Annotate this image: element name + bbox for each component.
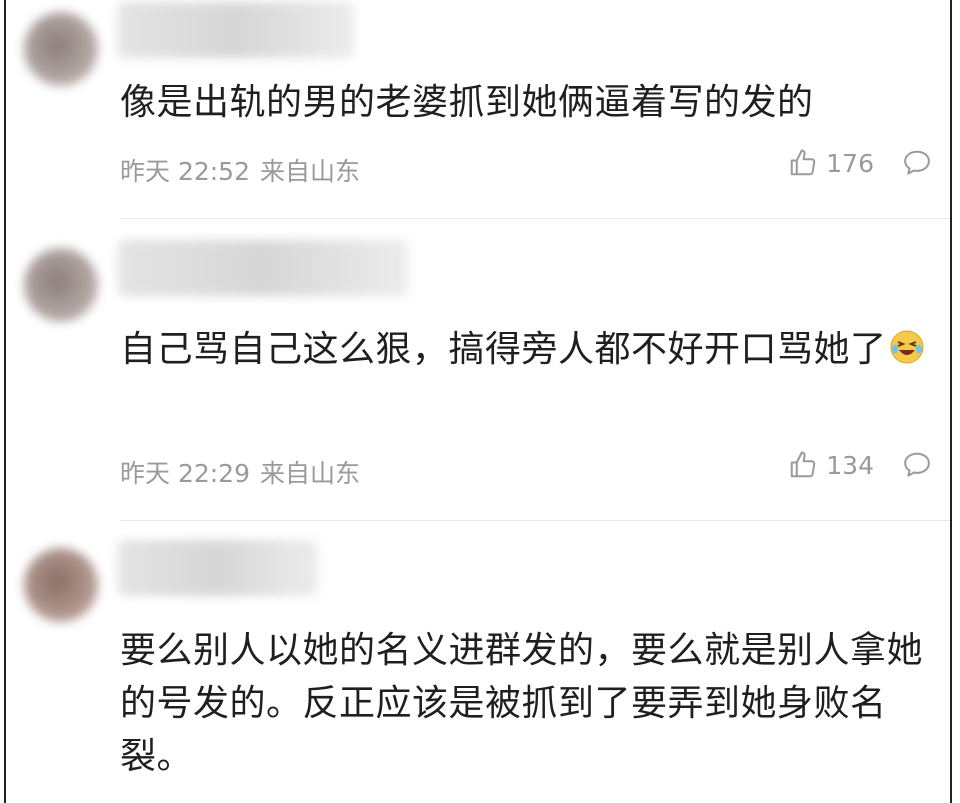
avatar[interactable] bbox=[24, 12, 98, 86]
comment-time: 昨天 22:52 bbox=[120, 157, 250, 186]
like-button[interactable]: 134 bbox=[788, 450, 874, 480]
username-blurred[interactable] bbox=[118, 240, 408, 296]
like-button[interactable]: 176 bbox=[788, 148, 874, 178]
username-blurred[interactable] bbox=[118, 2, 354, 58]
thumbs-up-icon bbox=[791, 149, 816, 176]
comment-meta: 昨天 22:52 来自山东 bbox=[120, 152, 360, 188]
divider bbox=[120, 218, 950, 219]
reply-icon[interactable] bbox=[902, 148, 932, 178]
comment-list: 像是出轨的男的老婆抓到她俩逼着写的发的 昨天 22:52 来自山东 176 自己… bbox=[4, 0, 952, 803]
username-blurred[interactable] bbox=[118, 540, 318, 596]
avatar[interactable] bbox=[24, 248, 98, 322]
thumbs-up-icon bbox=[791, 451, 816, 478]
avatar[interactable] bbox=[24, 548, 98, 622]
like-count: 176 bbox=[826, 148, 874, 178]
like-count: 134 bbox=[826, 450, 874, 480]
comment-location: 来自山东 bbox=[260, 157, 361, 186]
comment-location: 来自山东 bbox=[260, 459, 361, 488]
divider bbox=[120, 520, 950, 521]
comment-time: 昨天 22:29 bbox=[120, 459, 250, 488]
comment-actions: 134 bbox=[788, 450, 932, 480]
comment-meta: 昨天 22:29 来自山东 bbox=[120, 454, 360, 490]
comment-text: 像是出轨的男的老婆抓到她俩逼着写的发的 bbox=[120, 82, 814, 123]
comment-actions: 176 bbox=[788, 148, 932, 178]
comment-text-body: 自己骂自己这么狠，搞得旁人都不好开口骂她了 bbox=[120, 329, 887, 370]
reply-icon[interactable] bbox=[902, 450, 932, 480]
laughing-crying-emoji-icon bbox=[890, 330, 924, 364]
comment-text: 自己骂自己这么狠，搞得旁人都不好开口骂她了 bbox=[120, 323, 930, 376]
comment-text: 要么别人以她的名义进群发的，要么就是别人拿她的号发的。反正应该是被抓到了要弄到她… bbox=[120, 630, 924, 777]
